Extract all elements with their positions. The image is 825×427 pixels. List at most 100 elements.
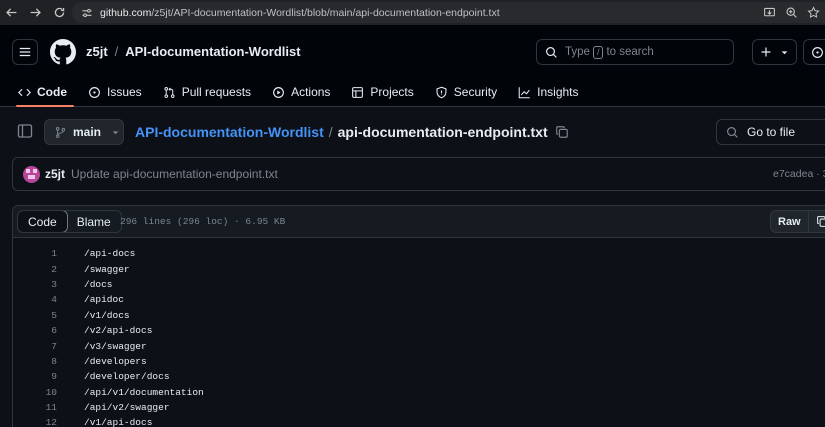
line-content: /v2/api-docs <box>84 325 153 337</box>
code-line[interactable]: 9/developer/docs <box>13 369 825 384</box>
address-bar[interactable]: github.com/z5jt/API-documentation-Wordli… <box>72 2 825 23</box>
code-line[interactable]: 7/v3/swagger <box>13 338 825 353</box>
line-number[interactable]: 6 <box>13 325 57 336</box>
line-number[interactable]: 2 <box>13 264 57 275</box>
global-menu-button[interactable] <box>12 39 38 65</box>
sidebar-expand-icon <box>17 124 33 138</box>
code-line[interactable]: 11/api/v2/swagger <box>13 400 825 415</box>
tab-projects[interactable]: Projects <box>351 80 420 104</box>
code-line[interactable]: 4/apidoc <box>13 292 825 307</box>
code-line[interactable]: 10/api/v1/documentation <box>13 385 825 400</box>
blame-view-button[interactable]: Blame <box>67 211 121 232</box>
tab-security[interactable]: Security <box>435 80 504 104</box>
latest-commit-box: z5jt Update api-documentation-endpoint.t… <box>12 157 825 191</box>
reload-button[interactable] <box>48 2 70 24</box>
tab-code[interactable]: Code <box>16 80 74 107</box>
line-number[interactable]: 5 <box>13 310 57 321</box>
play-icon <box>273 86 285 98</box>
raw-button[interactable]: Raw <box>771 211 808 232</box>
line-number[interactable]: 1 <box>13 248 57 259</box>
code-line[interactable]: 6/v2/api-docs <box>13 323 825 338</box>
tab-projects-label: Projects <box>370 85 414 99</box>
line-number[interactable]: 11 <box>13 402 57 413</box>
bookmark-star-icon[interactable] <box>805 5 821 21</box>
issues-shortcut-button[interactable] <box>803 39 825 65</box>
tab-insights[interactable]: Insights <box>518 80 585 104</box>
line-number[interactable]: 12 <box>13 417 57 427</box>
back-button[interactable] <box>0 2 22 24</box>
zoom-icon[interactable] <box>783 5 799 21</box>
file-stats: 296 lines (296 loc) · 6.95 KB <box>120 216 286 227</box>
table-icon <box>352 86 364 98</box>
site-info-icon[interactable] <box>78 4 96 22</box>
branch-selector[interactable]: main <box>44 119 124 145</box>
code-line[interactable]: 12/v1/api-docs <box>13 415 825 427</box>
search-placeholder: Type / to search <box>565 45 654 59</box>
line-content: /docs <box>84 278 113 290</box>
tab-issues-label: Issues <box>107 85 142 99</box>
line-number[interactable]: 10 <box>13 387 57 398</box>
search-input[interactable]: Type / to search <box>536 39 734 65</box>
code-line[interactable]: 8/developers <box>13 354 825 369</box>
path-separator: / <box>114 44 119 59</box>
line-number[interactable]: 8 <box>13 356 57 367</box>
code-viewer-header: Code Blame 296 lines (296 loc) · 6.95 KB… <box>13 206 825 238</box>
install-app-icon[interactable] <box>761 5 777 21</box>
url-path: /z5jt/API-documentation-Wordlist/blob/ma… <box>151 6 500 19</box>
line-number[interactable]: 4 <box>13 294 57 305</box>
branch-name: main <box>73 125 102 139</box>
file-actions: Raw <box>770 210 825 233</box>
tab-insights-label: Insights <box>537 85 579 99</box>
repo-path: z5jt / API-documentation-Wordlist <box>86 44 301 59</box>
code-line[interactable]: 1/api-docs <box>13 246 825 261</box>
search-shortcut-key: / <box>592 45 604 59</box>
shield-icon <box>436 86 447 98</box>
code-line[interactable]: 3/docs <box>13 277 825 292</box>
line-content: /apidoc <box>84 294 124 306</box>
commit-hash-and-time[interactable]: e7cadea · 3 weeks <box>773 168 825 180</box>
file-tree-toggle[interactable] <box>17 123 33 139</box>
tab-pull-requests-label: Pull requests <box>181 85 252 99</box>
code-line[interactable]: 5/v1/docs <box>13 308 825 323</box>
copy-raw-button[interactable] <box>807 211 825 232</box>
forward-button[interactable] <box>24 2 46 24</box>
code-viewer: Code Blame 296 lines (296 loc) · 6.95 KB… <box>12 205 825 427</box>
line-content: /api/v1/documentation <box>84 386 204 398</box>
repo-owner-link[interactable]: z5jt <box>86 44 108 59</box>
commit-author[interactable]: z5jt <box>45 167 65 181</box>
line-number[interactable]: 7 <box>13 341 57 352</box>
code-icon <box>18 88 31 96</box>
line-content: /api/v2/swagger <box>84 402 170 414</box>
issue-icon <box>89 86 100 98</box>
line-number[interactable]: 9 <box>13 371 57 382</box>
tab-actions[interactable]: Actions <box>272 80 337 104</box>
code-line[interactable]: 2/swagger <box>13 261 825 276</box>
repo-name-link[interactable]: API-documentation-Wordlist <box>125 44 300 59</box>
line-content: /developer/docs <box>84 371 170 383</box>
breadcrumb-filename: api-documentation-endpoint.txt <box>337 124 548 140</box>
search-icon <box>727 126 738 138</box>
breadcrumb-separator: / <box>328 124 333 140</box>
tab-pull-requests[interactable]: Pull requests <box>163 80 258 104</box>
search-icon <box>546 46 557 58</box>
tab-issues[interactable]: Issues <box>88 80 149 104</box>
line-content: /v1/docs <box>84 309 130 321</box>
line-number[interactable]: 3 <box>13 279 57 290</box>
avatar[interactable] <box>23 165 40 183</box>
view-mode-toggle: Code Blame <box>17 210 122 233</box>
github-logo-icon[interactable] <box>50 39 76 65</box>
line-content: /v1/api-docs <box>84 417 153 427</box>
code-view-button[interactable]: Code <box>17 211 68 232</box>
address-url[interactable]: github.com/z5jt/API-documentation-Wordli… <box>100 7 500 19</box>
pull-request-icon <box>164 86 175 98</box>
arrow-right-icon <box>30 8 41 17</box>
chevron-down-icon <box>112 130 119 134</box>
breadcrumb-repo-link[interactable]: API-documentation-Wordlist <box>135 124 324 140</box>
copy-icon <box>816 216 825 227</box>
commit-message[interactable]: Update api-documentation-endpoint.txt <box>71 167 278 181</box>
git-branch-icon <box>55 126 66 138</box>
create-new-button[interactable] <box>752 39 797 65</box>
chevron-down-icon <box>781 50 788 54</box>
go-to-file-input[interactable]: Go to file <box>716 119 825 145</box>
copy-path-icon[interactable] <box>555 125 569 139</box>
